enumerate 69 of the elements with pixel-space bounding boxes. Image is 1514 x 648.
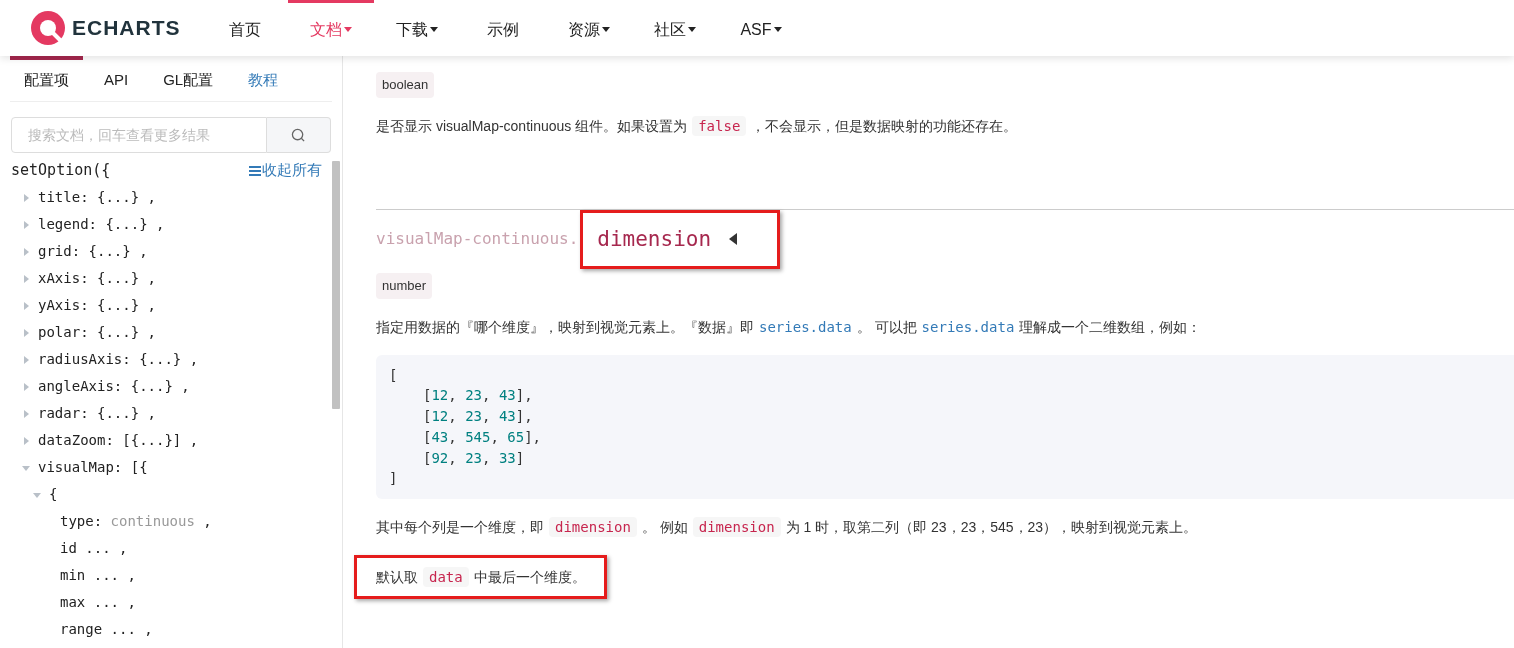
tree-item[interactable]: {: [49, 484, 58, 505]
collapsed-caret-icon: [22, 274, 30, 283]
tree-item[interactable]: radar: {...} ,: [38, 403, 156, 424]
nav-link[interactable]: 首页: [202, 0, 288, 56]
tree-item[interactable]: dataZoom: [{...}] ,: [38, 430, 199, 451]
collapsed-caret-icon: [22, 193, 30, 202]
tree-item[interactable]: max ... ,: [60, 592, 136, 613]
option-name: dimension: [597, 225, 712, 253]
tree-item[interactable]: id ... ,: [60, 538, 128, 559]
tree-item[interactable]: legend: {...} ,: [38, 214, 165, 235]
description-text: 默认取 data 中最后一个维度。: [376, 566, 586, 590]
tree-item[interactable]: title: {...} ,: [38, 187, 156, 208]
sidebar-tab[interactable]: API: [90, 56, 143, 100]
nav-link[interactable]: 社区: [632, 0, 718, 56]
tree-item[interactable]: yAxis: {...} ,: [38, 295, 156, 316]
dropdown-caret-icon: [344, 27, 352, 32]
collapsed-caret-icon: [22, 220, 30, 229]
tree-item[interactable]: xAxis: {...} ,: [38, 268, 156, 289]
collapsed-caret-icon: [22, 301, 30, 310]
type-tag: boolean: [376, 72, 435, 98]
description-text: 其中每个列是一个维度，即 dimension 。 例如 dimension 为 1 时，取第二列（即 23，23，545，23），映射到视觉元素上。: [376, 516, 1199, 540]
description-text: 指定用数据的『哪个维度』，映射到视觉元素上。『数据』即 series.data 。 可以把 series.data 理解成一个二维数组，例如：: [376, 317, 1203, 337]
code-line: [12, 23, 43],: [423, 386, 533, 406]
tree-item[interactable]: angleAxis: {...} ,: [38, 376, 190, 397]
dropdown-caret-icon: [602, 27, 610, 32]
code-line: [: [389, 365, 398, 385]
tree-item[interactable]: visualMap: [{: [38, 457, 148, 478]
nav-link[interactable]: 文档: [288, 0, 374, 56]
collapse-caret-icon[interactable]: [729, 233, 738, 246]
tree-root-text: setOption({: [11, 160, 111, 182]
search-button[interactable]: [267, 117, 331, 153]
tree-item[interactable]: radiusAxis: {...} ,: [38, 349, 199, 370]
code-line: [12, 23, 43],: [423, 407, 533, 427]
expanded-caret-icon: [33, 490, 41, 499]
description-text: 是否显示 visualMap-continuous 组件。如果设置为 false ，不会显示，但是数据映射的功能还存在。: [376, 114, 1019, 138]
nav-link[interactable]: 下载: [374, 0, 460, 56]
tree-item[interactable]: type: continuous ,: [60, 511, 212, 532]
dropdown-caret-icon: [430, 27, 438, 32]
tree-item[interactable]: grid: {...} ,: [38, 241, 148, 262]
code-line: [43, 545, 65],: [423, 427, 542, 447]
tree-item[interactable]: range ... ,: [60, 619, 153, 640]
scrollbar-thumb[interactable]: [332, 161, 340, 409]
collapsed-caret-icon: [22, 355, 30, 364]
search-field[interactable]: 搜索文档，回车查看更多结果: [11, 117, 267, 153]
search-icon: [291, 127, 306, 143]
option-path: visualMap-continuous.: [376, 228, 579, 251]
tutorial-link[interactable]: 教程: [234, 56, 293, 100]
dropdown-caret-icon: [688, 27, 696, 32]
type-tag: number: [376, 273, 433, 299]
tree-item[interactable]: min ... ,: [60, 565, 136, 586]
nav-link[interactable]: ASF: [718, 0, 804, 56]
sidebar-tab[interactable]: 配置项: [10, 56, 83, 100]
collapsed-caret-icon: [22, 328, 30, 337]
sidebar-tab[interactable]: GL配置: [149, 56, 228, 100]
collapsed-caret-icon: [22, 382, 30, 391]
nav-link[interactable]: 资源: [546, 0, 632, 56]
nav-link[interactable]: 示例: [460, 0, 546, 56]
expanded-caret-icon: [22, 463, 30, 472]
collapsed-caret-icon: [22, 409, 30, 418]
collapsed-caret-icon: [22, 436, 30, 445]
list-icon: [249, 165, 261, 176]
dropdown-caret-icon: [773, 27, 782, 32]
code-line: ]: [389, 469, 398, 489]
collapse-all-link[interactable]: 收起所有: [249, 159, 322, 182]
tree-item[interactable]: polar: {...} ,: [38, 322, 156, 343]
logo-icon: [30, 10, 66, 46]
collapsed-caret-icon: [22, 247, 30, 256]
code-line: [92, 23, 33]: [423, 448, 525, 468]
logo-text[interactable]: ECHARTS: [72, 12, 181, 44]
